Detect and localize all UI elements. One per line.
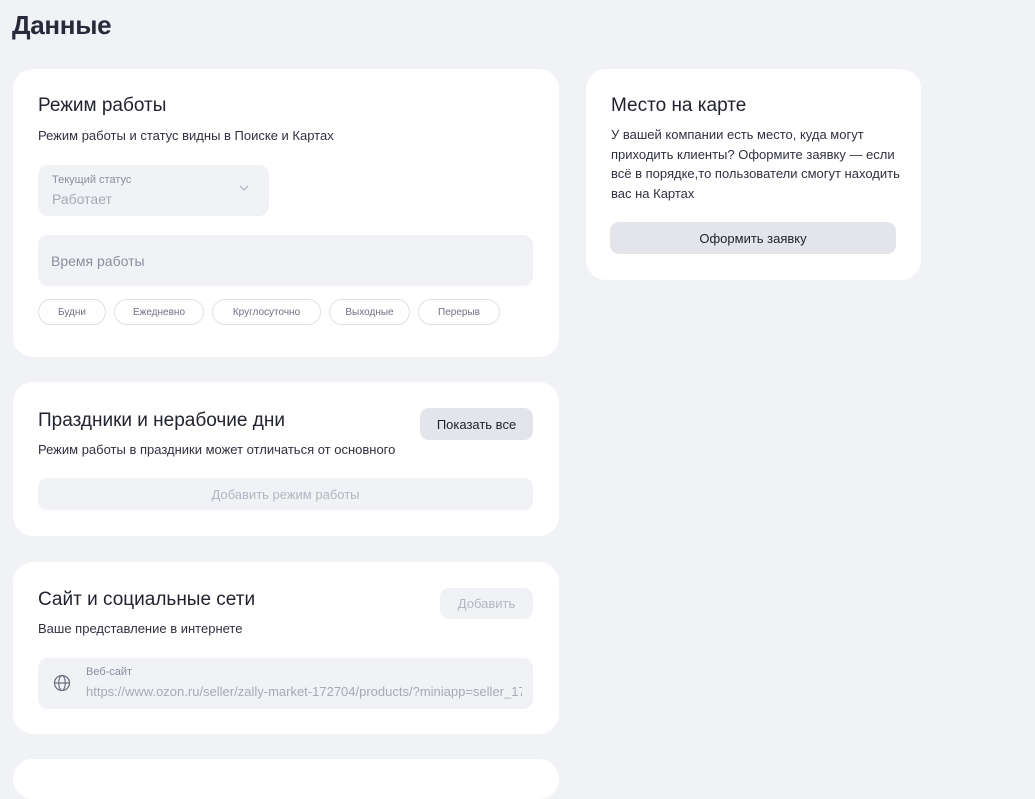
chevron-down-icon xyxy=(239,185,249,191)
current-status-value: Работает xyxy=(52,191,112,207)
current-status-select[interactable]: Текущий статус Работает xyxy=(38,165,269,216)
globe-icon xyxy=(53,674,71,692)
website-field[interactable]: Веб-сайт https://www.ozon.ru/seller/zall… xyxy=(38,658,533,709)
submit-request-button[interactable]: Оформить заявку xyxy=(610,222,896,254)
site-social-title: Сайт и социальные сети xyxy=(38,589,256,610)
site-social-card: Сайт и социальные сети Добавить Ваше пре… xyxy=(13,562,559,734)
map-place-card: Место на карте У вашей компании есть мес… xyxy=(586,69,921,280)
working-hours-subtitle: Режим работы и статус видны в Поиске и К… xyxy=(38,128,334,143)
map-place-title: Место на карте xyxy=(611,95,747,116)
current-status-label: Текущий статус xyxy=(52,174,132,186)
show-all-button[interactable]: Показать все xyxy=(420,408,533,440)
chip-break[interactable]: Перерыв xyxy=(418,299,500,325)
chip-24-7[interactable]: Круглосуточно xyxy=(212,299,321,325)
chip-weekends[interactable]: Выходные xyxy=(329,299,410,325)
holidays-title: Праздники и нерабочие дни xyxy=(38,410,285,431)
site-social-subtitle: Ваше представление в интернете xyxy=(38,621,243,636)
schedule-chips: Будни Ежедневно Круглосуточно Выходные П… xyxy=(38,299,500,325)
website-field-value: https://www.ozon.ru/seller/zally-market-… xyxy=(86,684,522,699)
holidays-card: Праздники и нерабочие дни Показать все Р… xyxy=(13,382,559,536)
next-card xyxy=(13,759,559,799)
working-hours-card: Режим работы Режим работы и статус видны… xyxy=(13,69,559,357)
page-title: Данные xyxy=(12,10,112,40)
website-field-label: Веб-сайт xyxy=(86,666,133,678)
map-place-text: У вашей компании есть место, куда могут … xyxy=(611,127,900,201)
add-holiday-schedule-button[interactable]: Добавить режим работы xyxy=(38,478,533,510)
holidays-subtitle: Режим работы в праздники может отличатьс… xyxy=(38,442,396,457)
chip-daily[interactable]: Ежедневно xyxy=(114,299,204,325)
working-time-input[interactable]: Время работы xyxy=(38,235,533,286)
working-hours-title: Режим работы xyxy=(38,95,167,116)
add-site-button[interactable]: Добавить xyxy=(440,588,533,619)
chip-weekdays[interactable]: Будни xyxy=(38,299,106,325)
